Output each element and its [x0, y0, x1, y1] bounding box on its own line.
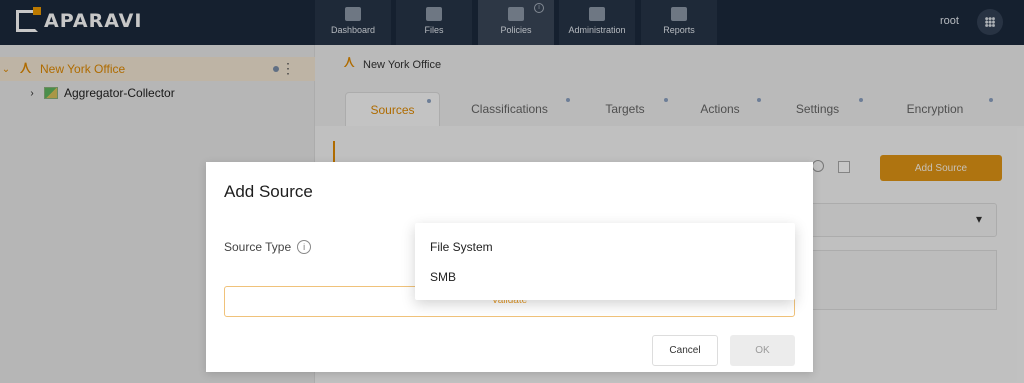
cancel-button[interactable]: Cancel — [652, 335, 718, 366]
ok-button[interactable]: OK — [730, 335, 795, 366]
source-type-dropdown: File System SMB — [415, 223, 795, 300]
dialog-title: Add Source — [224, 182, 313, 201]
dropdown-option-file-system[interactable]: File System — [430, 240, 493, 254]
dropdown-option-smb[interactable]: SMB — [430, 270, 456, 284]
info-icon[interactable]: i — [297, 240, 312, 254]
source-type-label: Source Type — [224, 240, 292, 254]
source-type-field: Source Type i — [224, 240, 312, 254]
